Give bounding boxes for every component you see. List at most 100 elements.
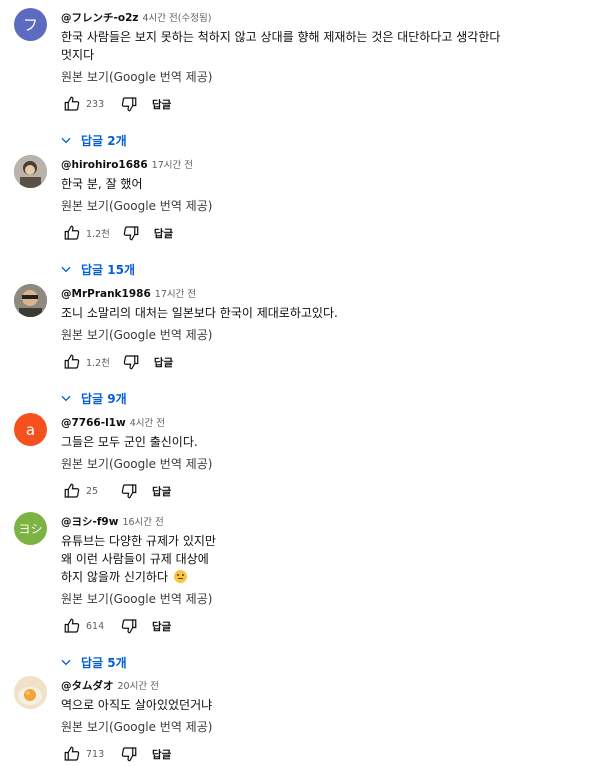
see-original-link[interactable]: 원본 보기(Google 번역 제공) — [61, 197, 580, 215]
comment-text: 한국 분, 잘 했어 — [61, 177, 143, 191]
reply-button[interactable]: 답글 — [152, 747, 171, 762]
author-name[interactable]: @MrPrank1986 — [61, 288, 151, 300]
like-button[interactable] — [61, 480, 83, 502]
replies-label: 답글 9개 — [81, 391, 127, 406]
thumbs-down-icon — [123, 226, 139, 241]
timestamp[interactable]: 17시간 전 — [155, 289, 196, 300]
thumbs-down-icon — [121, 747, 137, 762]
view-replies-button[interactable]: 답글 9개 — [59, 387, 580, 409]
reply-button[interactable]: 답글 — [152, 97, 171, 112]
comment-text: 한국 사람들은 보지 못하는 척하지 않고 상대를 향해 제재하는 것은 대단하… — [61, 30, 501, 62]
author-name[interactable]: @7766-l1w — [61, 417, 126, 429]
thumbs-up-icon — [64, 746, 80, 761]
see-original-link[interactable]: 원본 보기(Google 번역 제공) — [61, 718, 580, 736]
chevron-down-icon — [61, 266, 71, 273]
avatar-photo-icon — [14, 676, 47, 709]
thinking-face-emoji-icon — [173, 570, 187, 583]
dislike-button[interactable] — [120, 351, 142, 373]
comment-body: @タムダオ 20시간 전 역으로 아직도 살아있었던거냐 원본 보기(Google… — [61, 676, 580, 765]
comment-actions: 1.2천 답글 — [61, 351, 580, 373]
author-name[interactable]: @hirohiro1686 — [61, 159, 148, 171]
reply-button[interactable]: 답글 — [152, 619, 171, 634]
like-count: 713 — [86, 748, 105, 760]
replies-label: 답글 2개 — [81, 133, 127, 148]
avatar[interactable] — [14, 284, 47, 317]
comment-text: 유튜브는 다양한 규제가 있지만 왜 이런 사람들이 규제 대상에 하지 않을까… — [61, 532, 580, 586]
like-count: 1.2천 — [86, 229, 110, 240]
avatar[interactable]: フ — [14, 8, 47, 41]
avatar-photo-icon — [14, 284, 47, 317]
author-name[interactable]: @タムダオ — [61, 680, 114, 692]
timestamp[interactable]: 16시간 전 — [122, 517, 163, 528]
timestamp[interactable]: 20시간 전 — [118, 681, 159, 692]
comment-actions: 1.2천 답글 — [61, 222, 580, 244]
timestamp[interactable]: 4시간 전(수정됨) — [143, 13, 212, 24]
reply-button[interactable]: 답글 — [154, 355, 173, 370]
comment-body: @ヨシ-f9w 16시간 전 유튜브는 다양한 규제가 있지만 왜 이런 사람들이… — [61, 512, 580, 673]
author-name[interactable]: @フレンチ-o2z — [61, 12, 139, 24]
dislike-button[interactable] — [120, 222, 142, 244]
dislike-button[interactable] — [118, 480, 140, 502]
comment-actions: 25 답글 — [61, 480, 580, 502]
thumbs-down-icon — [121, 97, 137, 112]
comment-header: @タムダオ 20시간 전 — [61, 676, 580, 692]
like-count: 614 — [86, 620, 105, 632]
see-original-link[interactable]: 원본 보기(Google 번역 제공) — [61, 68, 580, 86]
like-button[interactable] — [61, 222, 83, 244]
timestamp[interactable]: 4시간 전 — [130, 418, 165, 429]
thumbs-down-icon — [121, 619, 137, 634]
like-count: 25 — [86, 485, 99, 497]
comment-body: @フレンチ-o2z 4시간 전(수정됨) 한국 사람들은 보지 못하는 척하지 않… — [61, 8, 580, 151]
see-original-link[interactable]: 원본 보기(Google 번역 제공) — [61, 455, 580, 473]
avatar-photo-icon — [14, 155, 47, 188]
thumbs-down-icon — [123, 355, 139, 370]
reply-button[interactable]: 답글 — [154, 226, 173, 241]
author-name[interactable]: @ヨシ-f9w — [61, 516, 118, 528]
chevron-down-icon — [61, 395, 71, 402]
comment-header: @ヨシ-f9w 16시간 전 — [61, 512, 580, 528]
replies-label: 답글 15개 — [81, 262, 135, 277]
view-replies-button[interactable]: 답글 2개 — [59, 129, 580, 151]
timestamp[interactable]: 17시간 전 — [152, 160, 193, 171]
view-replies-button[interactable]: 답글 5개 — [59, 651, 580, 673]
comment-text-content: 유튜브는 다양한 규제가 있지만 왜 이런 사람들이 규제 대상에 하지 않을까… — [61, 534, 216, 584]
comment-body: @hirohiro1686 17시간 전 한국 분, 잘 했어 원본 보기(Goo… — [61, 155, 580, 280]
like-button[interactable] — [61, 615, 83, 637]
comment-text: 역으로 아직도 살아있었던거냐 — [61, 698, 213, 712]
view-replies-button[interactable]: 답글 15개 — [59, 258, 580, 280]
dislike-button[interactable] — [118, 615, 140, 637]
comment-body: @MrPrank1986 17시간 전 조니 소말리의 대처는 일본보다 한국이 … — [61, 284, 580, 409]
avatar[interactable]: a — [14, 413, 47, 446]
like-button[interactable] — [61, 743, 83, 765]
comment-body: @7766-l1w 4시간 전 그들은 모두 군인 출신이다. 원본 보기(Goo… — [61, 413, 580, 502]
replies-label: 답글 5개 — [81, 655, 127, 670]
dislike-button[interactable] — [118, 93, 140, 115]
reply-button[interactable]: 답글 — [152, 484, 171, 499]
comment-text: 그들은 모두 군인 출신이다. — [61, 435, 198, 449]
chevron-down-icon — [61, 137, 71, 144]
like-count: 1.2천 — [86, 358, 110, 369]
comment-header: @hirohiro1686 17시간 전 — [61, 155, 580, 171]
see-original-link[interactable]: 원본 보기(Google 번역 제공) — [61, 326, 580, 344]
thumbs-down-icon — [121, 484, 137, 499]
thumbs-up-icon — [64, 96, 80, 111]
comment-header: @フレンチ-o2z 4시간 전(수정됨) — [61, 8, 580, 24]
thumbs-up-icon — [64, 483, 80, 498]
like-count: 233 — [86, 98, 105, 110]
like-button[interactable] — [61, 93, 83, 115]
avatar[interactable] — [14, 155, 47, 188]
avatar[interactable]: ヨシ — [14, 512, 47, 545]
see-original-link[interactable]: 원본 보기(Google 번역 제공) — [61, 590, 580, 608]
comment-actions: 614 답글 — [61, 615, 580, 637]
thumbs-up-icon — [64, 354, 80, 369]
comment-actions: 713 답글 — [61, 743, 580, 765]
thumbs-up-icon — [64, 225, 80, 240]
comment-header: @MrPrank1986 17시간 전 — [61, 284, 580, 300]
like-button[interactable] — [61, 351, 83, 373]
comment-actions: 233 답글 — [61, 93, 580, 115]
thumbs-up-icon — [64, 618, 80, 633]
dislike-button[interactable] — [118, 743, 140, 765]
comment-text: 조니 소말리의 대처는 일본보다 한국이 제대로하고있다. — [61, 306, 338, 320]
avatar[interactable] — [14, 676, 47, 709]
chevron-down-icon — [61, 659, 71, 666]
